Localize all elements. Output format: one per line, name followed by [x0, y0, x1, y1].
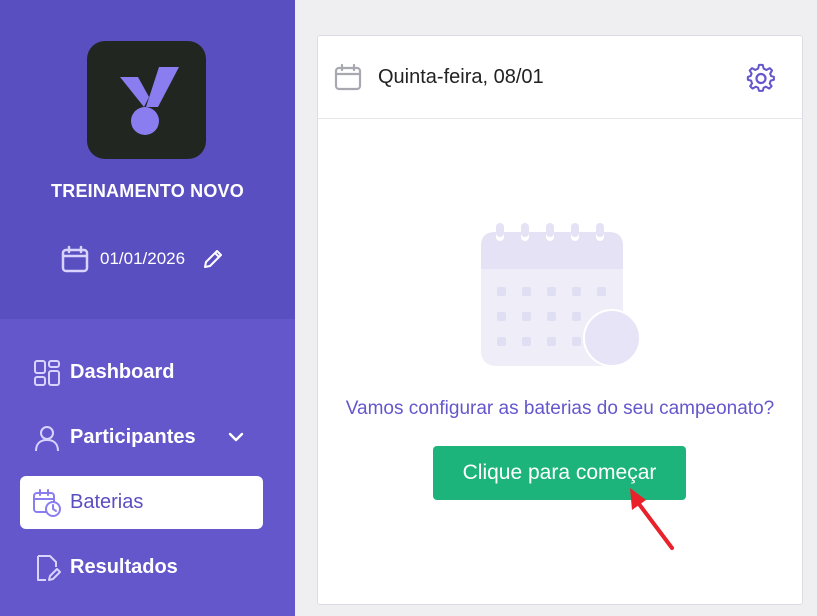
- sidebar-item-label: Dashboard: [70, 361, 175, 383]
- event-date-text: 01/01/2026: [100, 249, 186, 268]
- grid-icon: [34, 359, 60, 386]
- event-logo: [87, 41, 206, 159]
- calendar-icon: [61, 245, 89, 273]
- sidebar-item-participantes[interactable]: Participantes: [20, 411, 263, 464]
- sidebar-item-resultados[interactable]: Resultados: [20, 541, 263, 594]
- empty-state-message: Vamos configurar as baterias do seu camp…: [345, 398, 775, 419]
- page-title: Quinta-feira, 08/01: [378, 66, 544, 88]
- event-name: TREINAMENTO NOVO: [51, 181, 244, 201]
- empty-calendar-illustration: [481, 223, 641, 367]
- event-date: 01/01/2026: [60, 243, 225, 275]
- arrow-annotation-icon: [630, 488, 674, 550]
- sidebar: TREINAMENTO NOVO 01/01/2026 Dashboard Pa…: [0, 0, 295, 616]
- card-header: Quinta-feira, 08/01: [318, 36, 802, 119]
- sidebar-item-label: Participantes: [70, 426, 196, 448]
- heats-card: Quinta-feira, 08/01 Vamos configurar as …: [317, 35, 803, 605]
- edit-date-button[interactable]: [201, 247, 225, 271]
- sidebar-item-baterias[interactable]: Baterias: [20, 476, 263, 529]
- chevron-down-icon[interactable]: [226, 427, 246, 447]
- event-summary: TREINAMENTO NOVO 01/01/2026: [0, 0, 295, 319]
- gear-icon[interactable]: [746, 63, 776, 93]
- sidebar-item-label: Resultados: [70, 556, 178, 578]
- sidebar-item-dashboard[interactable]: Dashboard: [20, 346, 263, 399]
- calendar-icon: [334, 63, 362, 91]
- user-icon: [35, 425, 59, 451]
- document-edit-icon: [37, 554, 61, 581]
- calendar-clock-icon: [33, 488, 61, 517]
- sidebar-item-label: Baterias: [70, 491, 144, 513]
